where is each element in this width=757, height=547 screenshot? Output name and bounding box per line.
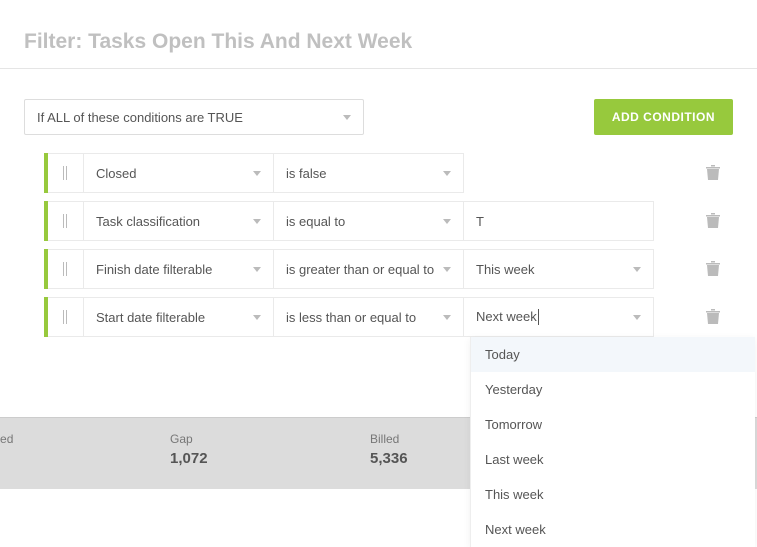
scope-dropdown[interactable]: If ALL of these conditions are TRUE <box>24 99 364 135</box>
caret-down-icon <box>633 267 641 272</box>
field-select[interactable]: Closed <box>84 153 274 193</box>
summary-value: 1,072 <box>170 450 370 467</box>
add-condition-button[interactable]: Add Condition <box>594 99 733 135</box>
scope-label: If ALL of these conditions are TRUE <box>37 110 243 125</box>
summary-col-approved: pproved ,416 <box>0 432 170 467</box>
operator-select[interactable]: is greater than or equal to <box>274 249 464 289</box>
condition-row: Finish date filterable is greater than o… <box>44 249 733 289</box>
page-title: Filter: Tasks Open This And Next Week <box>24 30 733 54</box>
operator-label: is less than or equal to <box>286 310 416 325</box>
condition-row: Closed is false <box>44 153 733 193</box>
operator-select[interactable]: is equal to <box>274 201 464 241</box>
operator-label: is false <box>286 166 326 181</box>
drag-handle-icon[interactable] <box>48 201 84 241</box>
summary-col-gap: Gap 1,072 <box>170 432 370 467</box>
dropdown-option[interactable]: Today <box>471 337 755 372</box>
value-label: Next week <box>476 309 539 326</box>
value-select[interactable]: This week <box>464 249 654 289</box>
dropdown-option[interactable]: Last week <box>471 442 755 477</box>
caret-down-icon <box>443 171 451 176</box>
drag-handle-icon[interactable] <box>48 153 84 193</box>
delete-row-button[interactable] <box>693 201 733 241</box>
value-label: T <box>476 214 484 229</box>
caret-down-icon <box>443 219 451 224</box>
drag-handle-icon[interactable] <box>48 249 84 289</box>
dropdown-option[interactable]: Yesterday <box>471 372 755 407</box>
condition-row: Task classification is equal to T <box>44 201 733 241</box>
operator-label: is greater than or equal to <box>286 262 434 277</box>
operator-select[interactable]: is less than or equal to <box>274 297 464 337</box>
caret-down-icon <box>253 315 261 320</box>
dropdown-option[interactable]: Next week <box>471 512 755 547</box>
caret-down-icon <box>443 267 451 272</box>
delete-row-button[interactable] <box>693 297 733 337</box>
caret-down-icon <box>253 219 261 224</box>
field-select[interactable]: Start date filterable <box>84 297 274 337</box>
page-header: Filter: Tasks Open This And Next Week <box>0 0 757 69</box>
field-label: Finish date filterable <box>96 262 212 277</box>
caret-down-icon <box>633 315 641 320</box>
value-select[interactable]: Next week <box>464 297 654 337</box>
field-label: Closed <box>96 166 136 181</box>
field-label: Task classification <box>96 214 200 229</box>
delete-row-button[interactable] <box>693 153 733 193</box>
field-select[interactable]: Task classification <box>84 201 274 241</box>
summary-label: pproved <box>0 432 170 446</box>
operator-label: is equal to <box>286 214 345 229</box>
caret-down-icon <box>253 171 261 176</box>
summary-label: Gap <box>170 432 370 446</box>
caret-down-icon <box>443 315 451 320</box>
dropdown-option[interactable]: Tomorrow <box>471 407 755 442</box>
value-label: This week <box>476 262 535 277</box>
value-select[interactable]: T <box>464 201 654 241</box>
field-select[interactable]: Finish date filterable <box>84 249 274 289</box>
caret-down-icon <box>343 115 351 120</box>
field-label: Start date filterable <box>96 310 205 325</box>
condition-row: Start date filterable is less than or eq… <box>44 297 733 337</box>
caret-down-icon <box>253 267 261 272</box>
delete-row-button[interactable] <box>693 249 733 289</box>
dropdown-option[interactable]: This week <box>471 477 755 512</box>
date-options-dropdown[interactable]: TodayYesterdayTomorrowLast weekThis week… <box>470 337 755 547</box>
summary-value: ,416 <box>0 450 170 467</box>
operator-select[interactable]: is false <box>274 153 464 193</box>
drag-handle-icon[interactable] <box>48 297 84 337</box>
